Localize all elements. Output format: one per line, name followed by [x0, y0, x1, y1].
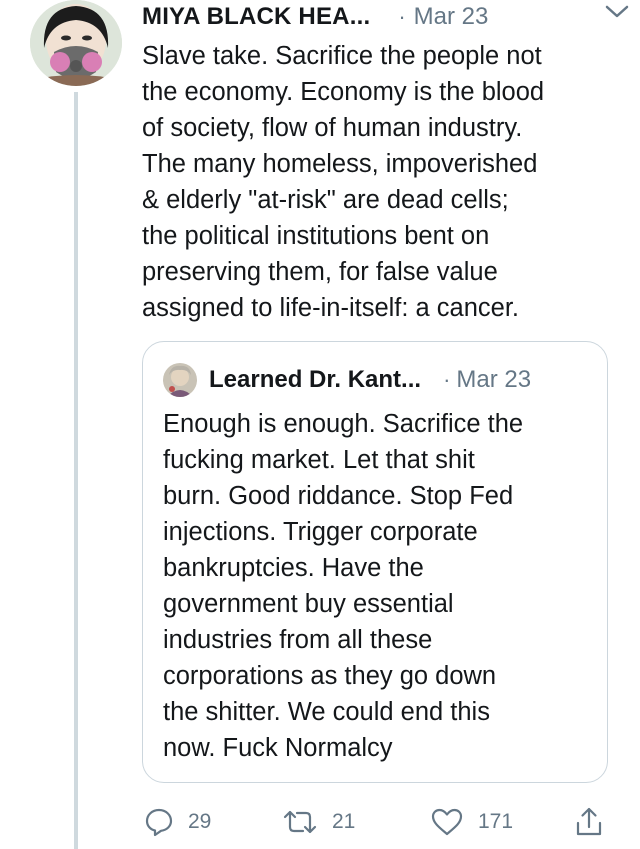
tweet-header: MIYA BLACK HEA... · Mar 23: [142, 0, 622, 34]
chevron-down-icon[interactable]: [604, 2, 630, 22]
share-icon: [574, 806, 604, 838]
author-avatar[interactable]: [30, 0, 122, 86]
like-count: 171: [478, 810, 514, 833]
quoted-tweet-header: Learned Dr. Kant... · Mar 23: [163, 362, 593, 398]
tweet[interactable]: MIYA BLACK HEA... · Mar 23 Slave take. S…: [0, 0, 640, 849]
retweet-icon: [282, 807, 318, 837]
quoted-tweet[interactable]: Learned Dr. Kant... · Mar 23 Enough is e…: [142, 341, 608, 783]
quoted-tweet-date[interactable]: Mar 23: [456, 366, 531, 394]
retweet-button[interactable]: 21: [282, 802, 355, 842]
like-button[interactable]: 171: [430, 802, 513, 842]
share-button[interactable]: [574, 802, 604, 842]
heart-icon: [430, 807, 464, 837]
reply-icon: [144, 807, 174, 837]
tweet-actions: 29 21 171: [142, 802, 622, 842]
quoted-tweet-text: Enough is enough. Sacrifice the fucking …: [163, 410, 524, 762]
author-name[interactable]: MIYA BLACK HEA...: [142, 3, 370, 31]
quoted-header-separator: ·: [443, 367, 451, 392]
reply-count: 29: [188, 810, 212, 833]
header-separator: ·: [398, 4, 406, 29]
retweet-count: 21: [332, 810, 356, 833]
thread-line: [74, 92, 78, 849]
quoted-author-name[interactable]: Learned Dr. Kant...: [209, 366, 421, 394]
quoted-author-avatar: [163, 363, 197, 397]
reply-button[interactable]: 29: [144, 802, 211, 842]
tweet-text: Slave take. Sacrifice the people not the…: [142, 42, 545, 322]
tweet-date[interactable]: Mar 23: [414, 3, 489, 31]
